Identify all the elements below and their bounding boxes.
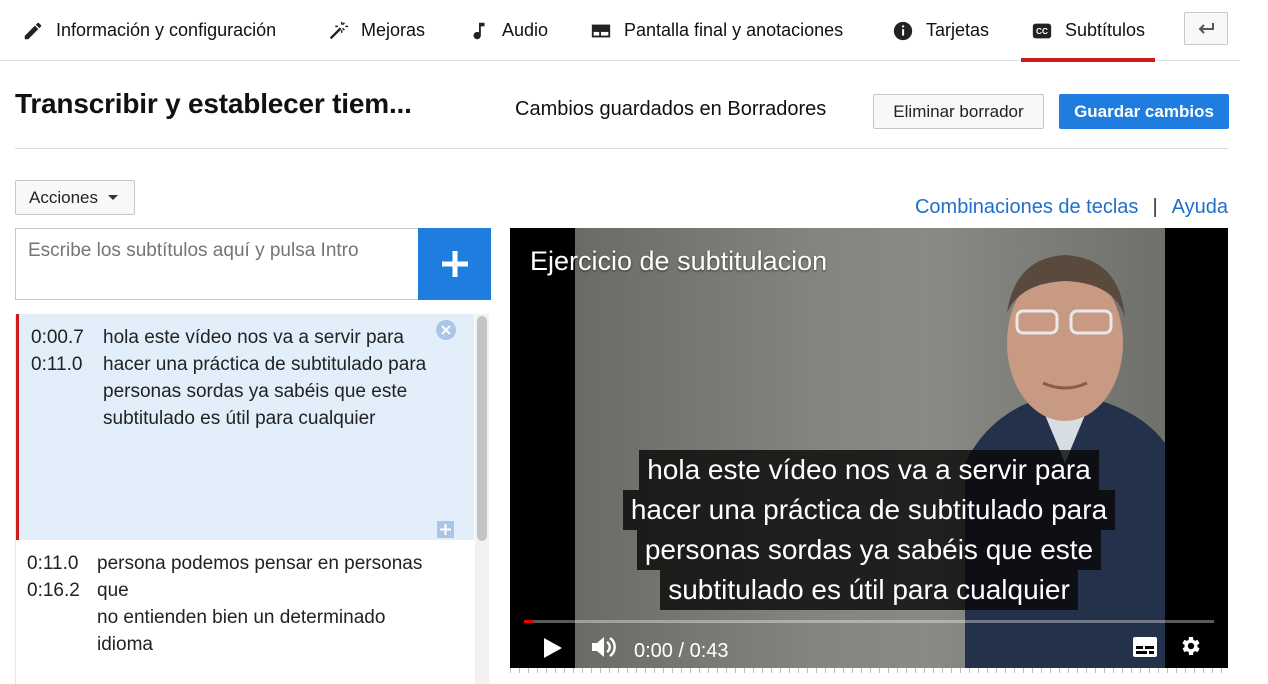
video-player[interactable]: Ejercicio de subtitulacion hola este víd… (510, 228, 1228, 668)
caption-list-scrollbar[interactable] (475, 314, 489, 684)
subtitle-overlay: hola este vídeo nos va a servir para hac… (510, 450, 1228, 610)
subtitle-line: subtitulado es útil para cualquier (660, 570, 1078, 610)
cc-icon: CC (1032, 23, 1052, 38)
subtitle-line: hola este vídeo nos va a servir para (639, 450, 1099, 490)
link-separator: | (1152, 196, 1158, 218)
tab-label: Pantalla final y anotaciones (624, 20, 844, 40)
caption-item[interactable]: 0:11.0 0:16.2 persona podemos pensar en … (16, 550, 474, 670)
info-icon (893, 21, 913, 40)
caption-start-time[interactable]: 0:00.7 (31, 324, 103, 351)
pencil-icon (24, 22, 42, 39)
progress-bar[interactable] (524, 620, 1214, 623)
tab-audio[interactable]: Audio (468, 0, 548, 61)
subtitles-icon[interactable] (1132, 636, 1158, 658)
gear-icon[interactable] (1178, 634, 1202, 658)
caption-input[interactable] (15, 228, 419, 300)
plus-icon (441, 251, 468, 277)
end-screen-icon (591, 24, 611, 37)
scrollbar-thumb[interactable] (477, 316, 487, 541)
tab-label: Subtítulos (1065, 20, 1146, 40)
progress-fill (524, 620, 535, 623)
save-changes-button[interactable]: Guardar cambios (1059, 94, 1229, 129)
player-controls: 0:00 / 0:43 (510, 628, 1228, 668)
tab-end-screen[interactable]: Pantalla final y anotaciones (590, 0, 843, 61)
chevron-down-icon (107, 195, 118, 200)
close-icon (441, 325, 451, 335)
play-icon[interactable] (542, 636, 564, 660)
actions-label: Acciones (29, 187, 98, 207)
caption-end-time[interactable]: 0:11.0 (31, 351, 103, 378)
subtitle-line: hacer una práctica de subtitulado para (622, 490, 1116, 530)
tab-label: Tarjetas (926, 20, 990, 40)
back-arrow-icon (1198, 22, 1214, 34)
page-title: Transcribir y establecer tiem... (15, 88, 412, 119)
remove-caption-button[interactable] (436, 320, 456, 340)
tab-label: Audio (502, 20, 549, 40)
svg-text:CC: CC (1036, 27, 1048, 36)
subtitle-line: personas sordas ya sabéis que este (636, 530, 1102, 570)
tab-enhancements[interactable]: Mejoras (327, 0, 425, 61)
tab-info-settings[interactable]: Información y configuración (22, 0, 276, 61)
time-readout: 0:00 / 0:43 (634, 640, 729, 662)
video-title: Ejercicio de subtitulacion (530, 246, 828, 276)
tab-label: Información y configuración (56, 20, 277, 40)
tab-subtitles[interactable]: CC Subtítulos (1020, 0, 1156, 62)
actions-dropdown[interactable]: Acciones (15, 180, 135, 215)
magic-wand-icon (329, 21, 349, 39)
caption-text[interactable]: hola este vídeo nos va a servir para hac… (103, 324, 474, 540)
caption-times: 0:00.7 0:11.0 (19, 324, 103, 540)
volume-icon[interactable] (590, 634, 618, 660)
keyboard-shortcuts-link[interactable]: Combinaciones de teclas (915, 196, 1138, 219)
caption-end-time[interactable]: 0:16.2 (27, 577, 100, 604)
back-button[interactable] (1184, 12, 1228, 45)
music-note-icon (473, 22, 485, 39)
delete-draft-button[interactable]: Eliminar borrador (873, 94, 1044, 129)
help-links: Combinaciones de teclas | Ayuda (915, 196, 1228, 219)
caption-start-time[interactable]: 0:11.0 (27, 550, 100, 577)
plus-icon (440, 524, 451, 535)
tab-label: Mejoras (361, 20, 426, 40)
caption-text[interactable]: persona podemos pensar en personas que n… (97, 550, 474, 670)
help-link[interactable]: Ayuda (1172, 196, 1228, 219)
header-divider (15, 148, 1228, 149)
caption-times: 0:11.0 0:16.2 (16, 550, 100, 670)
tab-bar: Información y configuración Mejoras Audi… (0, 0, 1240, 62)
timeline-ruler[interactable] (510, 668, 1228, 684)
tab-cards[interactable]: Tarjetas (892, 0, 989, 61)
add-caption-button[interactable] (418, 228, 491, 300)
caption-item[interactable]: 0:00.7 0:11.0 hola este vídeo nos va a s… (16, 314, 474, 540)
caption-list: 0:00.7 0:11.0 hola este vídeo nos va a s… (15, 314, 491, 684)
insert-caption-button[interactable] (437, 521, 454, 538)
save-status-text: Cambios guardados en Borradores (515, 98, 827, 120)
